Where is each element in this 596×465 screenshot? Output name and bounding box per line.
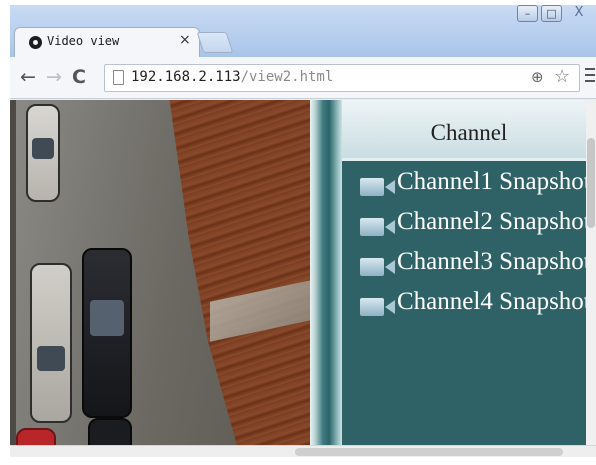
camera-video-feed[interactable] xyxy=(10,100,310,445)
channel-panel-title: Channel xyxy=(430,120,508,145)
video-camera-icon xyxy=(360,258,396,276)
horizontal-scroll-thumb[interactable] xyxy=(295,448,563,456)
vertical-scroll-thumb[interactable] xyxy=(587,138,595,228)
browser-tab[interactable]: Video view × xyxy=(14,27,200,57)
forward-arrow-icon[interactable]: → xyxy=(46,66,62,88)
panel-divider[interactable] xyxy=(310,100,342,445)
camera-favicon-icon xyxy=(29,36,42,49)
browser-toolbar: ← → C 192.168.2.113/view2.html ⊕ ☆ xyxy=(10,57,596,99)
video-car xyxy=(30,263,72,423)
back-arrow-icon[interactable]: ← xyxy=(20,66,36,88)
zoom-icon[interactable]: ⊕ xyxy=(531,68,544,86)
video-camera-icon xyxy=(360,178,396,196)
page-icon xyxy=(113,70,124,85)
video-camera-icon xyxy=(360,298,396,316)
video-camera-icon xyxy=(360,218,396,236)
channel-snapshot-label: Channel2 Snapshot xyxy=(397,208,591,235)
channel-snapshot-label: Channel4 Snapshot xyxy=(397,288,591,315)
url-path: /view2.html xyxy=(240,69,334,85)
hamburger-menu-icon[interactable] xyxy=(584,64,596,92)
address-bar[interactable]: 192.168.2.113/view2.html ⊕ ☆ xyxy=(104,64,580,92)
channel-panel: Channel Channel1 Snapshot Channel2 Snaps… xyxy=(342,100,596,445)
reload-icon[interactable]: C xyxy=(72,66,86,88)
page-content: Channel Channel1 Snapshot Channel2 Snaps… xyxy=(10,100,596,445)
horizontal-scrollbar[interactable] xyxy=(10,445,596,457)
channel-snapshot-label: Channel3 Snapshot xyxy=(397,248,591,275)
video-car xyxy=(26,104,60,202)
maximize-button[interactable]: □ xyxy=(541,5,562,22)
minimize-button[interactable]: – xyxy=(517,5,538,22)
bookmark-star-icon[interactable]: ☆ xyxy=(554,66,570,87)
channel-snapshot-label: Channel1 Snapshot xyxy=(397,168,591,195)
url-host: 192.168.2.113 xyxy=(131,69,241,85)
video-car xyxy=(16,428,56,445)
url-text[interactable]: 192.168.2.113/view2.html xyxy=(131,69,333,85)
video-car xyxy=(82,248,132,418)
new-tab-button[interactable] xyxy=(196,32,234,53)
close-window-button[interactable]: X xyxy=(565,5,593,22)
tab-title: Video view xyxy=(47,34,120,48)
video-curb xyxy=(10,100,16,445)
video-car xyxy=(88,418,132,445)
channel-panel-header: Channel xyxy=(342,100,596,161)
tab-close-icon[interactable]: × xyxy=(179,32,191,48)
